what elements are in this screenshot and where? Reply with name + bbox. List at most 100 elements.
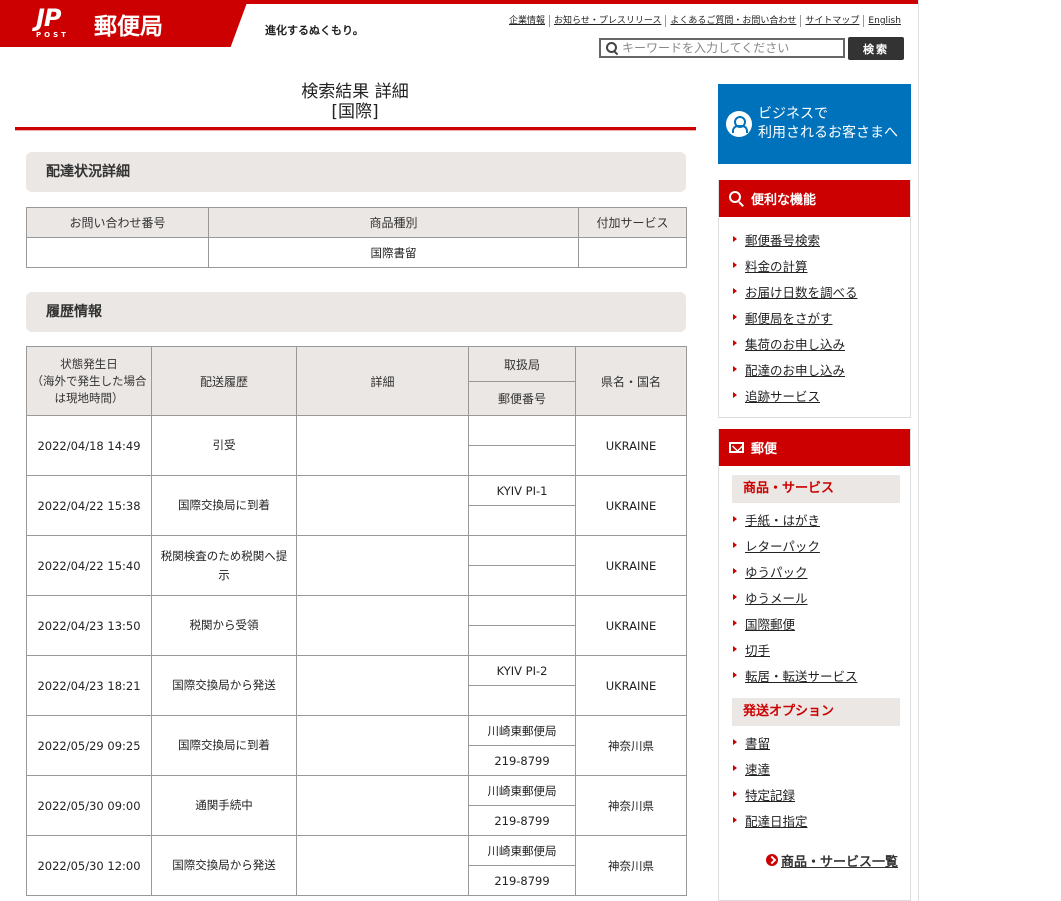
cell-region: UKRAINE <box>575 595 687 656</box>
cell-office: KYIV PI-1 <box>468 475 576 506</box>
search-icon <box>605 41 619 55</box>
more-link: 商品・サービス一覧 <box>719 845 910 875</box>
table-row: 2022/04/23 13:50 税関から受領 UKRAINE <box>26 595 687 656</box>
link-faq[interactable]: よくあるご質問・お問い合わせ <box>665 15 800 27</box>
cell-status: 国際交換局から発送 <box>151 835 297 896</box>
logo[interactable]: JP POST 郵便局 <box>0 0 248 47</box>
col-postal: 郵便番号 <box>468 381 576 416</box>
arrow-icon <box>733 262 737 268</box>
cell-date: 2022/04/23 18:21 <box>26 655 152 716</box>
list-item: 配達日指定 <box>719 807 910 833</box>
features-heading: 便利な機能 <box>719 180 910 217</box>
cell-office <box>468 595 576 626</box>
table-row: 2022/04/22 15:38 国際交換局に到着 KYIV PI-1 UKRAINE <box>26 475 687 536</box>
chevron-right-icon <box>765 854 778 866</box>
cell-status: 税関検査のため税関へ提示 <box>151 535 297 596</box>
list-item: 集荷のお申し込み <box>719 330 910 356</box>
product-yupack[interactable]: ゆうパック <box>745 562 808 581</box>
table-row: 2022/04/23 18:21 国際交換局から発送 KYIV PI-2 UKRAIN… <box>26 655 687 716</box>
envelope-icon <box>729 442 744 453</box>
cell-region: 神奈川県 <box>575 835 687 896</box>
feature-find-office[interactable]: 郵便局をさがす <box>745 308 833 327</box>
business-banner[interactable]: ビジネスで 利用されるお客さまへ <box>718 84 911 164</box>
feature-pickup[interactable]: 集荷のお申し込み <box>745 334 845 353</box>
mail-box: 郵便 商品・サービス 手紙・はがき レターパック ゆうパック ゆうメール 国際郵… <box>718 429 911 901</box>
list-item: 配達のお申し込み <box>719 356 910 382</box>
products-list-link[interactable]: 商品・サービス一覧 <box>781 851 898 870</box>
feature-tracking[interactable]: 追跡サービス <box>745 386 820 405</box>
cell-date: 2022/04/22 15:38 <box>26 475 152 536</box>
search-box[interactable] <box>599 38 845 58</box>
arrow-icon <box>733 672 737 678</box>
option-registered[interactable]: 書留 <box>745 733 770 752</box>
cell-date: 2022/05/30 12:00 <box>26 835 152 896</box>
option-date[interactable]: 配達日指定 <box>745 811 808 830</box>
cell-office <box>468 415 576 446</box>
arrow-icon <box>733 236 737 242</box>
arrow-icon <box>733 366 737 372</box>
cell-product-type: 国際書留 <box>208 237 579 268</box>
feature-redelivery[interactable]: 配達のお申し込み <box>745 360 845 379</box>
arrow-icon <box>733 568 737 574</box>
features-box: 便利な機能 郵便番号検索 料金の計算 お届け日数を調べる 郵便局をさがす 集荷の… <box>718 180 911 418</box>
list-item: レターパック <box>719 532 910 558</box>
product-letterpack[interactable]: レターパック <box>745 536 820 555</box>
cell-detail <box>296 775 469 836</box>
link-sitemap[interactable]: サイトマップ <box>800 15 863 27</box>
search-input[interactable] <box>622 41 842 55</box>
link-corporate[interactable]: 企業情報 <box>505 15 549 27</box>
features-heading-label: 便利な機能 <box>751 193 817 208</box>
feature-fee-calc[interactable]: 料金の計算 <box>745 256 808 275</box>
option-express[interactable]: 速達 <box>745 759 770 778</box>
arrow-icon <box>733 392 737 398</box>
product-stamps[interactable]: 切手 <box>745 640 770 659</box>
cell-office: KYIV PI-2 <box>468 655 576 686</box>
cell-date: 2022/05/29 09:25 <box>26 715 152 776</box>
arrow-icon <box>733 791 737 797</box>
cell-status: 通関手続中 <box>151 775 297 836</box>
cell-postal <box>468 445 576 476</box>
product-yumail[interactable]: ゆうメール <box>745 588 808 607</box>
logo-sub: POST <box>36 31 69 39</box>
options-list: 書留 速達 特定記録 配達日指定 <box>719 726 910 833</box>
list-item: ゆうメール <box>719 584 910 610</box>
product-forwarding[interactable]: 転居・転送サービス <box>745 666 858 685</box>
col-inquiry-number: お問い合わせ番号 <box>26 207 209 238</box>
cell-detail <box>296 535 469 596</box>
link-english[interactable]: English <box>863 15 905 27</box>
cell-postal: 219-8799 <box>468 745 576 776</box>
business-banner-text: ビジネスで 利用されるお客さまへ <box>758 106 898 141</box>
cell-region: UKRAINE <box>575 475 687 536</box>
cell-region: 神奈川県 <box>575 775 687 836</box>
options-heading: 発送オプション <box>732 698 900 726</box>
table-row: 2022/05/30 12:00 国際交換局から発送 川崎東郵便局 神奈川県 <box>26 835 687 896</box>
cell-date: 2022/04/22 15:40 <box>26 535 152 596</box>
table-row: 2022/05/29 09:25 国際交換局に到着 川崎東郵便局 神奈川県 <box>26 715 687 776</box>
cell-detail <box>296 415 469 476</box>
cell-region: UKRAINE <box>575 655 687 716</box>
table-row: 2022/04/22 15:40 税関検査のため税関へ提示 UKRAINE <box>26 535 687 596</box>
cell-status: 引受 <box>151 415 297 476</box>
list-item: 手紙・はがき <box>719 506 910 532</box>
cell-detail <box>296 715 469 776</box>
cell-detail <box>296 655 469 716</box>
col-extra-service: 付加サービス <box>578 207 687 238</box>
product-international[interactable]: 国際郵便 <box>745 614 795 633</box>
cell-postal <box>468 685 576 716</box>
section-history: 履歴情報 <box>26 292 686 332</box>
list-item: 転居・転送サービス <box>719 662 910 688</box>
list-item: 追跡サービス <box>719 382 910 408</box>
feature-postal-code-search[interactable]: 郵便番号検索 <box>745 230 820 249</box>
arrow-icon <box>733 314 737 320</box>
search-button[interactable]: 検索 <box>848 37 904 60</box>
option-record[interactable]: 特定記録 <box>745 785 795 804</box>
link-news[interactable]: お知らせ・プレスリリース <box>549 15 665 27</box>
section-delivery-detail: 配達状況詳細 <box>26 152 686 192</box>
arrow-icon <box>733 594 737 600</box>
product-letter-postcard[interactable]: 手紙・はがき <box>745 510 820 529</box>
features-list: 郵便番号検索 料金の計算 お届け日数を調べる 郵便局をさがす 集荷のお申し込み … <box>719 217 910 408</box>
feature-delivery-days[interactable]: お届け日数を調べる <box>745 282 858 301</box>
list-item: 郵便局をさがす <box>719 304 910 330</box>
products-heading: 商品・サービス <box>732 475 900 503</box>
logo-name: 郵便局 <box>94 14 163 40</box>
